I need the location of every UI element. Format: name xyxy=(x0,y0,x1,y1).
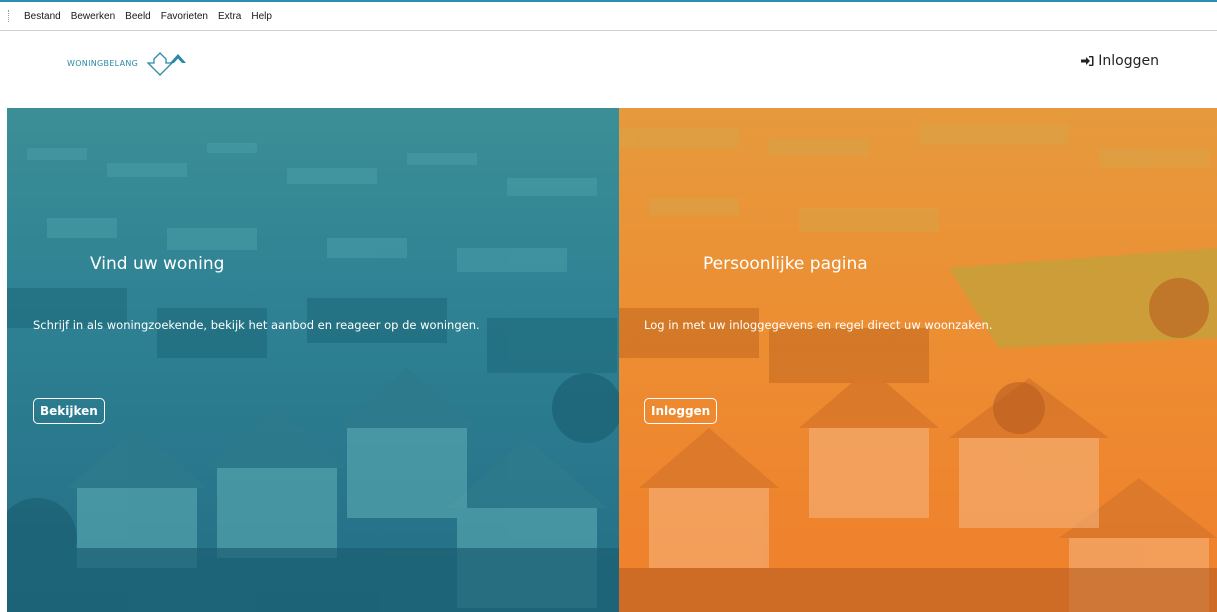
panel-find-home: Vind uw woning Schrijf in als woningzoek… xyxy=(7,108,619,612)
find-home-description: Schrijf in als woningzoekende, bekijk he… xyxy=(33,318,480,332)
logo-house-icon xyxy=(146,52,187,76)
menubar-grip[interactable] xyxy=(8,10,11,22)
village-photo-orange xyxy=(619,108,1217,612)
menu-bestand[interactable]: Bestand xyxy=(19,11,66,22)
view-button[interactable]: Bekijken xyxy=(33,398,105,424)
find-home-title: Vind uw woning xyxy=(90,254,225,274)
personal-page-title: Persoonlijke pagina xyxy=(703,254,868,274)
panel-personal-page: Persoonlijke pagina Log in met uw inlogg… xyxy=(619,108,1217,612)
logo-text: WONINGBELANG xyxy=(67,58,139,68)
header-login-link[interactable]: Inloggen xyxy=(1081,53,1159,69)
menu-favorieten[interactable]: Favorieten xyxy=(156,11,213,22)
menu-extra[interactable]: Extra xyxy=(213,11,246,22)
hero-section: Vind uw woning Schrijf in als woningzoek… xyxy=(7,108,1217,612)
header-login-label: Inloggen xyxy=(1098,53,1159,69)
sign-in-icon xyxy=(1081,55,1094,67)
login-button[interactable]: Inloggen xyxy=(644,398,718,424)
menu-help[interactable]: Help xyxy=(246,11,277,22)
browser-menubar: Bestand Bewerken Beeld Favorieten Extra … xyxy=(0,2,1217,31)
menu-bewerken[interactable]: Bewerken xyxy=(66,11,120,22)
site-header: WONINGBELANG Inloggen xyxy=(7,31,1217,108)
village-photo-teal xyxy=(7,108,619,612)
site-logo[interactable]: WONINGBELANG xyxy=(67,49,192,77)
menu-beeld[interactable]: Beeld xyxy=(120,11,156,22)
personal-page-description: Log in met uw inloggegevens en regel dir… xyxy=(644,318,993,332)
